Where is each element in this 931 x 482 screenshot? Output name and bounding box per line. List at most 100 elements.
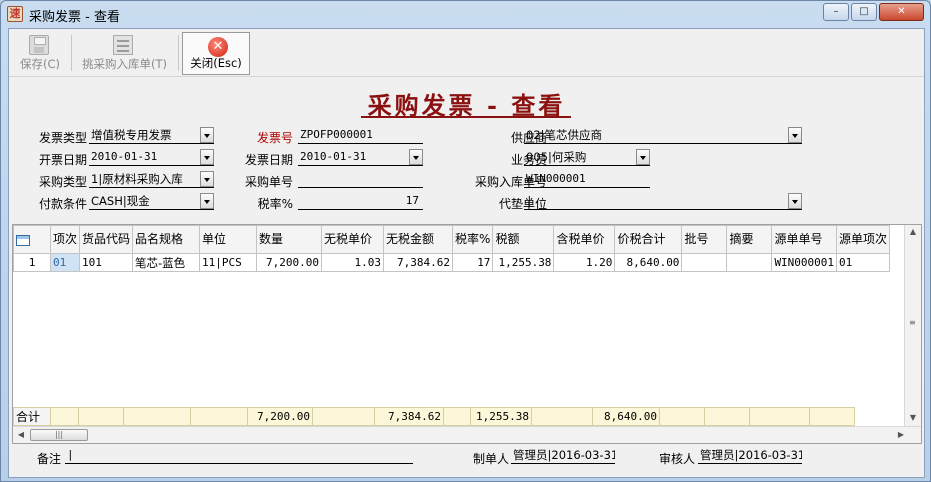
supplier-select[interactable]: 02|笔芯供应商 xyxy=(524,127,802,144)
column-header[interactable]: 税额 xyxy=(492,225,555,254)
chevron-down-icon[interactable] xyxy=(788,193,802,209)
table-row[interactable]: 1 01 101 笔芯-蓝色 11|PCS 7,200.00 1.03 7,38… xyxy=(13,253,891,272)
column-header[interactable]: 税率% xyxy=(452,225,494,254)
totals-cell xyxy=(443,407,471,426)
table-cell[interactable]: 01 xyxy=(836,253,891,272)
column-header[interactable]: 数量 xyxy=(256,225,323,254)
column-header[interactable]: 含税单价 xyxy=(553,225,616,254)
invoice-no-field[interactable]: ZPOFP000001 xyxy=(298,127,423,144)
remark-field[interactable]: | xyxy=(65,447,413,464)
save-button[interactable]: 保存(C) xyxy=(15,32,65,75)
document-title-underline xyxy=(361,116,571,118)
table-cell[interactable]: 17 xyxy=(452,253,494,272)
scroll-right-arrow-icon[interactable]: ▶ xyxy=(893,430,909,439)
table-cell[interactable]: 7,384.62 xyxy=(383,253,454,272)
totals-cell xyxy=(659,407,705,426)
toolbar-separator xyxy=(71,35,72,71)
app-window: 速 采购发票 - 查看 – □ ✕ 保存(C) 挑采购入库单(T) ✕ 关闭(E… xyxy=(0,0,931,482)
table-cell[interactable]: 1,255.38 xyxy=(492,253,555,272)
totals-net-amount: 7,384.62 xyxy=(374,407,444,426)
totals-cell xyxy=(704,407,750,426)
column-header[interactable]: 无税金额 xyxy=(383,225,454,254)
chevron-down-icon[interactable] xyxy=(200,149,214,165)
column-header[interactable]: 价税合计 xyxy=(614,225,683,254)
column-header[interactable]: 源单项次 xyxy=(836,225,891,254)
column-header[interactable]: 批号 xyxy=(681,225,728,254)
totals-cell xyxy=(312,407,375,426)
table-cell[interactable]: 1.20 xyxy=(553,253,616,272)
po-no-field[interactable] xyxy=(298,171,423,188)
chevron-down-icon[interactable] xyxy=(200,127,214,143)
open-date-value: 2010-01-31 xyxy=(91,150,158,163)
table-cell[interactable]: 8,640.00 xyxy=(614,253,683,272)
minimize-button[interactable]: – xyxy=(823,3,849,21)
toolbar-separator xyxy=(178,35,179,71)
totals-cell xyxy=(809,407,855,426)
column-header[interactable]: 无税单价 xyxy=(321,225,385,254)
invoice-type-select[interactable]: 增值税专用发票 xyxy=(89,127,214,144)
maximize-button[interactable]: □ xyxy=(851,3,877,21)
payment-terms-label: 付款条件 xyxy=(38,197,87,211)
column-header[interactable]: 项次 xyxy=(49,225,81,254)
table-cell[interactable]: 101 xyxy=(79,253,134,272)
table-cell[interactable]: 01 xyxy=(49,253,81,272)
invoice-type-value: 增值税专用发票 xyxy=(91,128,172,142)
row-number-cell[interactable]: 1 xyxy=(13,253,51,272)
scroll-grip-icon[interactable]: ≡ xyxy=(909,319,917,327)
tax-rate-field[interactable]: 17 xyxy=(298,193,423,210)
salesman-value: 005|何采购 xyxy=(526,150,587,164)
scroll-up-arrow-icon[interactable]: ▲ xyxy=(905,227,921,236)
advance-unit-select[interactable]: | xyxy=(524,193,802,210)
table-cell[interactable]: 11|PCS xyxy=(199,253,258,272)
remark-label: 备注 xyxy=(36,452,61,466)
grid-settings-header[interactable] xyxy=(13,225,51,254)
totals-cell xyxy=(749,407,810,426)
table-cell[interactable]: 7,200.00 xyxy=(256,253,323,272)
table-cell[interactable]: 笔芯-蓝色 xyxy=(132,253,201,272)
chevron-down-icon[interactable] xyxy=(409,149,423,165)
vertical-scrollbar[interactable]: ▲ ≡ ▼ xyxy=(904,225,921,427)
save-disk-icon xyxy=(29,35,49,55)
purchase-type-value: 1|原材料采购入库 xyxy=(91,172,183,186)
supplier-value: 02|笔芯供应商 xyxy=(526,128,603,142)
chevron-down-icon[interactable] xyxy=(636,149,650,165)
table-cell[interactable] xyxy=(726,253,773,272)
scroll-down-arrow-icon[interactable]: ▼ xyxy=(905,413,921,422)
invoice-date-label: 发票日期 xyxy=(244,153,293,167)
column-header[interactable]: 单位 xyxy=(199,225,258,254)
close-button-label: 关闭(Esc) xyxy=(190,56,242,70)
chevron-down-icon[interactable] xyxy=(200,193,214,209)
totals-label: 合计 xyxy=(13,407,51,426)
chevron-down-icon[interactable] xyxy=(788,127,802,143)
scroll-left-arrow-icon[interactable]: ◀ xyxy=(13,430,29,439)
open-date-label: 开票日期 xyxy=(38,153,87,167)
column-header[interactable]: 货品代码 xyxy=(79,225,134,254)
chevron-down-icon[interactable] xyxy=(200,171,214,187)
salesman-select[interactable]: 005|何采购 xyxy=(524,149,650,166)
close-button[interactable]: ✕ 关闭(Esc) xyxy=(182,32,250,75)
totals-quantity: 7,200.00 xyxy=(247,407,313,426)
invoice-no-label: 发票号 xyxy=(256,131,293,145)
column-header[interactable]: 源单单号 xyxy=(771,225,838,254)
table-cell[interactable]: 1.03 xyxy=(321,253,385,272)
table-cell[interactable] xyxy=(681,253,728,272)
purchase-type-select[interactable]: 1|原材料采购入库 xyxy=(89,171,214,188)
invoice-date-field[interactable]: 2010-01-31 xyxy=(298,149,423,166)
table-cell[interactable]: WIN000001 xyxy=(771,253,838,272)
open-date-field[interactable]: 2010-01-31 xyxy=(89,149,214,166)
horizontal-scrollbar[interactable]: ◀ ||| ▶ xyxy=(13,426,921,443)
window-title: 采购发票 - 查看 xyxy=(29,10,120,25)
client-area: 保存(C) 挑采购入库单(T) ✕ 关闭(Esc) 采购发票 - 查看 发票类型… xyxy=(8,28,925,478)
receipt-no-field[interactable]: WIN000001 xyxy=(524,171,650,188)
horizontal-scroll-thumb[interactable]: ||| xyxy=(30,429,88,441)
title-bar[interactable]: 速 采购发票 - 查看 – □ ✕ xyxy=(1,1,930,27)
column-header[interactable]: 摘要 xyxy=(726,225,773,254)
pick-receipt-button[interactable]: 挑采购入库单(T) xyxy=(77,32,172,75)
grid-layout-icon[interactable] xyxy=(16,235,30,246)
window-close-button[interactable]: ✕ xyxy=(879,3,924,21)
totals-table: 合计 7,200.00 7,384.62 1,255.38 8,640.00 xyxy=(13,407,855,426)
detail-grid[interactable]: 项次 货品代码 品名规格 单位 数量 无税单价 无税金额 税率% 税额 含税单价… xyxy=(12,224,922,444)
payment-terms-value: CASH|现金 xyxy=(91,194,150,208)
column-header[interactable]: 品名规格 xyxy=(132,225,201,254)
payment-terms-select[interactable]: CASH|现金 xyxy=(89,193,214,210)
